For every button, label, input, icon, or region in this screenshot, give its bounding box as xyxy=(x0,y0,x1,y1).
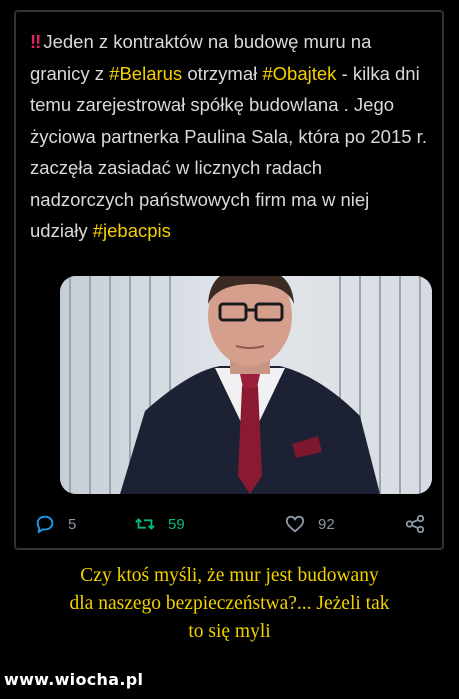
retweet-button[interactable]: 59 xyxy=(134,512,185,536)
photo-man-in-suit xyxy=(60,276,432,494)
share-icon xyxy=(405,514,425,534)
tweet-card: !! Jeden z kontraktów na budowę muru na g… xyxy=(14,10,444,550)
tweet-text-part3: - kilka dni temu zarejestrował spółkę bu… xyxy=(30,62,427,242)
tweet-text: !! Jeden z kontraktów na budowę muru na g… xyxy=(30,26,430,247)
share-button[interactable] xyxy=(404,512,426,536)
caption-line-3: to się myli xyxy=(188,621,271,642)
heart-icon xyxy=(285,515,305,533)
tweet-media-image[interactable] xyxy=(60,276,432,494)
meme-caption: Czy ktoś myśli, że mur jest budowany dla… xyxy=(0,562,459,646)
retweet-count: 59 xyxy=(168,515,185,533)
hashtag-obajtek[interactable]: #Obajtek xyxy=(262,63,336,84)
reply-button[interactable]: 5 xyxy=(34,512,76,536)
reply-icon xyxy=(36,515,54,534)
reply-count: 5 xyxy=(68,515,77,533)
tweet-actions: 5 59 92 xyxy=(34,512,434,536)
hashtag-belarus[interactable]: #Belarus xyxy=(109,63,182,84)
site-watermark: www.wiocha.pl xyxy=(4,670,144,689)
hashtag-jebacpis[interactable]: #jebacpis xyxy=(93,220,171,241)
like-button[interactable]: 92 xyxy=(284,512,335,536)
caption-line-2: dla naszego bezpieczeństwa?... Jeżeli ta… xyxy=(69,593,390,614)
double-exclamation-icon: !! xyxy=(30,31,41,52)
like-count: 92 xyxy=(318,515,335,533)
tweet-text-part2: otrzymał xyxy=(182,62,263,84)
retweet-icon xyxy=(135,518,155,530)
caption-line-1: Czy ktoś myśli, że mur jest budowany xyxy=(80,565,379,586)
